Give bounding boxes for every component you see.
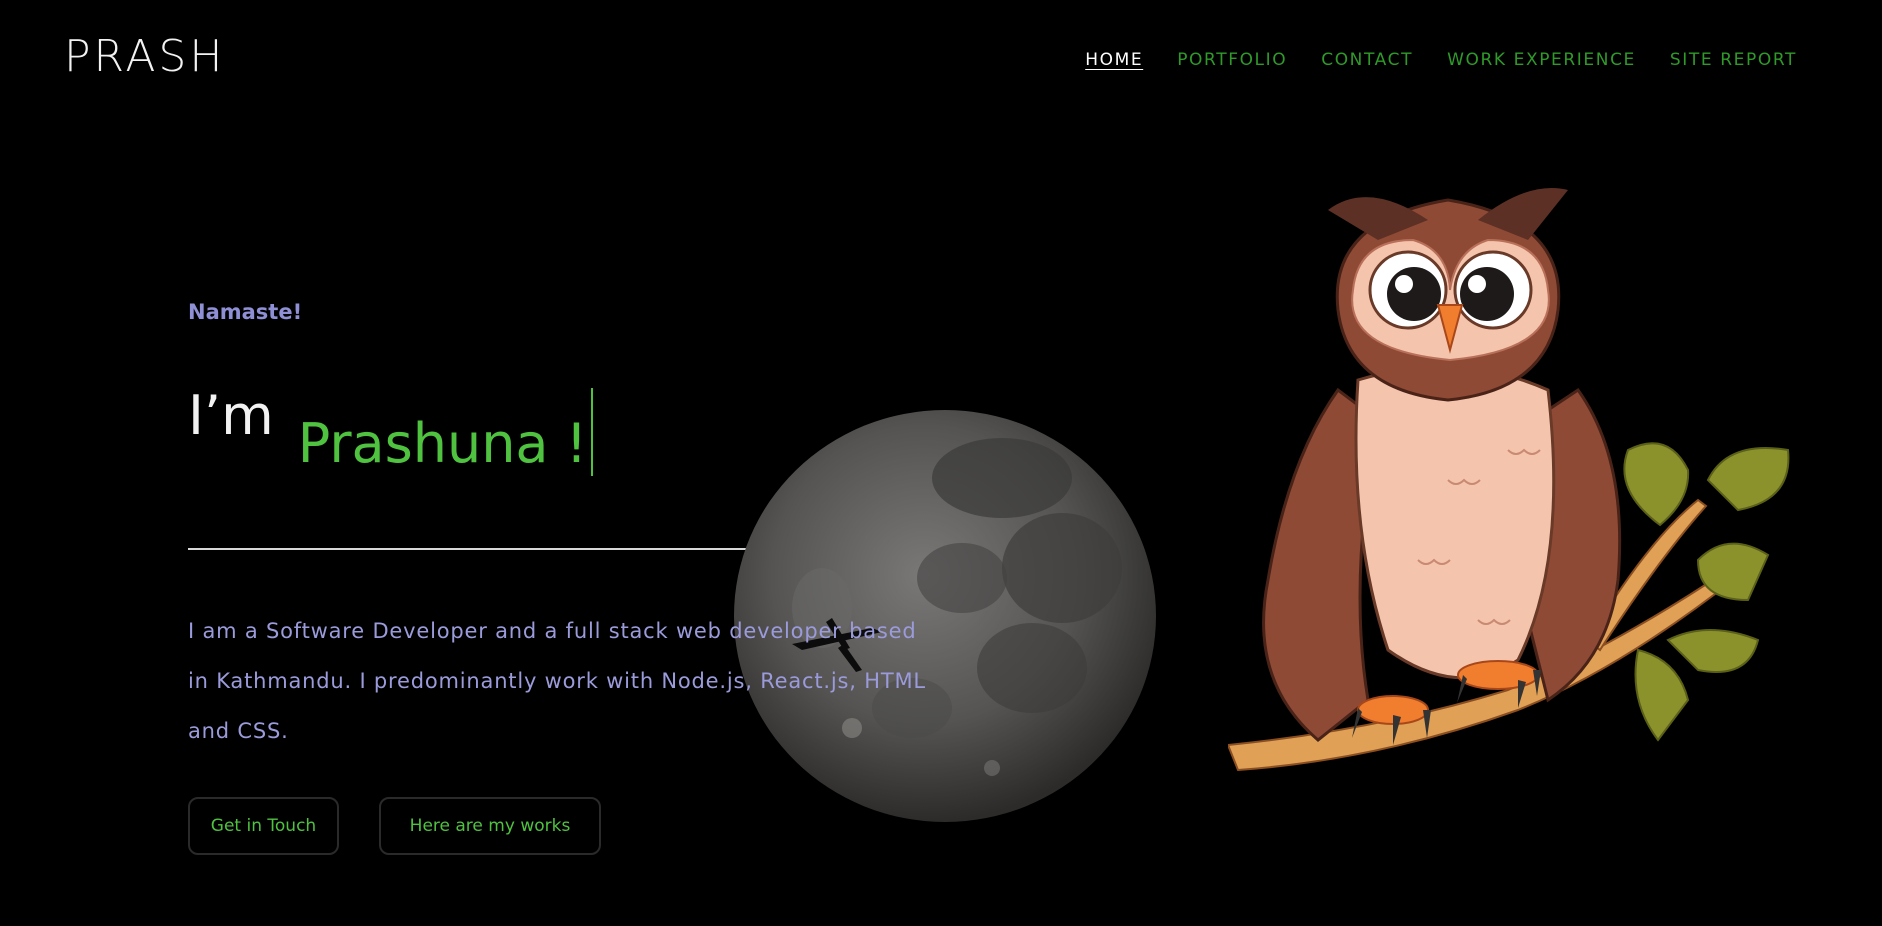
my-works-button[interactable]: Here are my works [379,797,601,855]
page: PRASH HOME PORTFOLIO CONTACT WORK EXPERI… [0,0,1882,926]
get-in-touch-button[interactable]: Get in Touch [188,797,339,855]
nav-home[interactable]: HOME [1085,50,1143,70]
nav-work-experience[interactable]: WORK EXPERIENCE [1447,50,1636,70]
bio-paragraph: I am a Software Developer and a full sta… [188,619,926,743]
nav-contact[interactable]: CONTACT [1321,50,1413,70]
hero-headline: I’m Prashuna ! [188,384,594,476]
main-nav: HOME PORTFOLIO CONTACT WORK EXPERIENCE S… [1085,50,1797,70]
headline-prefix: I’m [188,384,274,447]
owl-on-branch-image [1228,188,1790,772]
headline-name: Prashuna ! [297,412,588,475]
site-logo[interactable]: PRASH [64,32,225,82]
nav-portfolio[interactable]: PORTFOLIO [1177,50,1287,70]
nav-site-report[interactable]: SITE REPORT [1670,50,1797,70]
typing-cursor [591,388,594,476]
greeting-text: Namaste! [188,300,303,324]
